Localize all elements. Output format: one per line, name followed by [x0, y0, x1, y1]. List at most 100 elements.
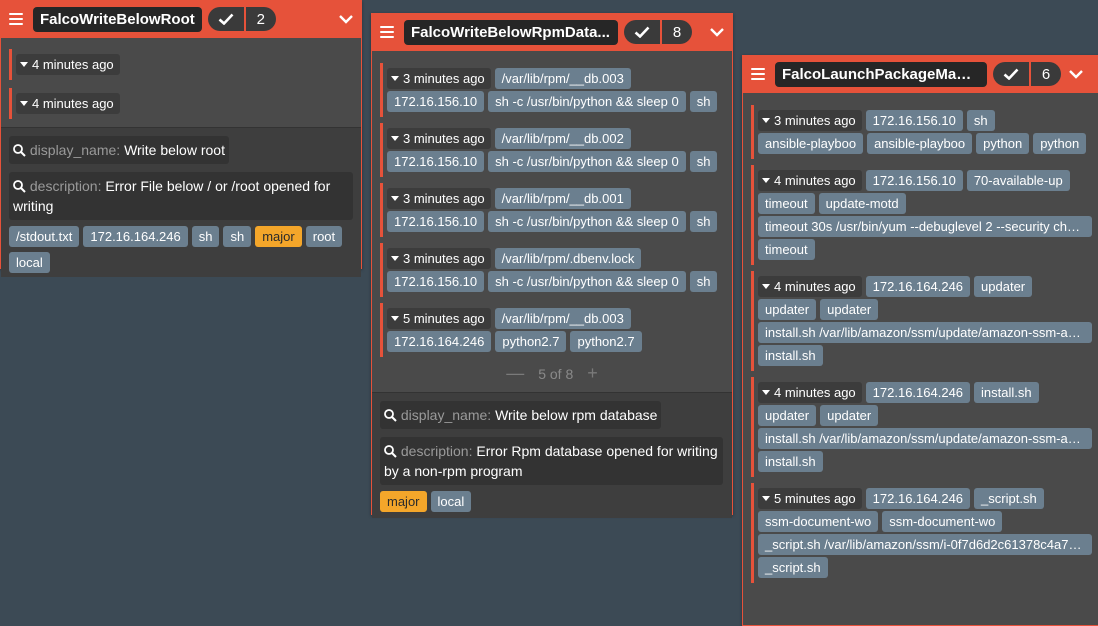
tag[interactable]: install.sh [758, 451, 823, 472]
caret-down-icon [762, 390, 770, 395]
tag[interactable]: _script.sh [758, 557, 828, 578]
tag[interactable]: sh [689, 151, 718, 172]
alert-card-launch-package-management: FalcoLaunchPackageMana... 6 3 minutes ag… [742, 55, 1098, 626]
tag[interactable]: 172.16.156.10 [387, 151, 485, 172]
tag[interactable]: install.sh [974, 382, 1039, 403]
tag[interactable]: /var/lib/rpm/__db.003 [494, 308, 631, 329]
tag[interactable]: updater [820, 299, 879, 320]
tag[interactable]: updater [974, 276, 1033, 297]
chevron-down-icon[interactable] [337, 10, 355, 28]
menu-icon[interactable] [751, 68, 765, 80]
alert-time: 4 minutes ago [32, 57, 114, 72]
alert-time-toggle[interactable]: 3 minutes ago [387, 188, 491, 209]
tag[interactable]: root [305, 226, 343, 247]
tag[interactable]: sh -c /usr/bin/python && sleep 0 [488, 91, 686, 112]
card-title[interactable]: FalcoLaunchPackageMana... [775, 61, 987, 87]
tag[interactable]: python2.7 [570, 331, 642, 352]
caret-down-icon [762, 496, 770, 501]
tag[interactable]: 172.16.156.10 [387, 211, 485, 232]
tag[interactable]: local [430, 491, 472, 512]
tag[interactable]: updater [758, 299, 817, 320]
tag[interactable]: 172.16.156.10 [865, 170, 963, 191]
alert-time-toggle[interactable]: 3 minutes ago [387, 128, 491, 149]
alert-list: 3 minutes ago 172.16.156.10 sh ansible-pla… [743, 93, 1098, 583]
chevron-down-icon[interactable] [1067, 65, 1085, 83]
card-header: FalcoLaunchPackageMana... 6 [743, 55, 1098, 93]
list-item: 3 minutes ago/var/lib/rpm/.dbenv.lock 17… [380, 243, 724, 297]
tag[interactable]: timeout 30s /usr/bin/yum --debuglevel 2 … [758, 216, 1092, 237]
tag[interactable]: ansible-playboo [867, 133, 973, 154]
tag[interactable]: install.sh /var/lib/amazon/ssm/update/am… [758, 428, 1092, 449]
tag-list: major local [380, 491, 724, 512]
tag[interactable]: sh -c /usr/bin/python && sleep 0 [488, 151, 686, 172]
caret-down-icon [20, 62, 28, 67]
acknowledge-button[interactable] [624, 20, 660, 44]
tag[interactable]: /var/lib/rpm/__db.002 [494, 128, 631, 149]
card-title[interactable]: FalcoWriteBelowRoot [33, 6, 202, 32]
menu-icon[interactable] [9, 13, 23, 25]
caret-down-icon [391, 196, 399, 201]
list-item: 4 minutes ago [9, 88, 353, 119]
tag[interactable]: 172.16.164.246 [83, 226, 188, 247]
card-title[interactable]: FalcoWriteBelowRpmData... [404, 19, 618, 45]
tag[interactable]: python2.7 [495, 331, 567, 352]
tag[interactable]: _script.sh /var/lib/amazon/ssm/i-0f7d6d2… [758, 534, 1092, 555]
tag[interactable]: ansible-playboo [758, 133, 864, 154]
alert-time-toggle[interactable]: 5 minutes ago [387, 308, 491, 329]
alert-time-toggle[interactable]: 4 minutes ago [16, 93, 120, 114]
tag[interactable]: 70-available-up [966, 170, 1070, 191]
tag[interactable]: local [9, 252, 50, 273]
list-item: 4 minutes ago 172.16.164.246 install.sh up… [751, 377, 1098, 477]
tag[interactable]: timeout [758, 193, 815, 214]
tag[interactable]: timeout [758, 239, 815, 260]
alert-time-toggle[interactable]: 4 minutes ago [758, 276, 862, 297]
tag[interactable]: 172.16.156.10 [387, 91, 485, 112]
tag[interactable]: 172.16.164.246 [865, 382, 971, 403]
tag[interactable]: /var/lib/rpm/.dbenv.lock [494, 248, 642, 269]
severity-tag[interactable]: major [380, 491, 427, 512]
alert-time-toggle[interactable]: 3 minutes ago [387, 248, 491, 269]
next-page-button[interactable]: + [587, 363, 598, 384]
tag[interactable]: 172.16.156.10 [865, 110, 963, 131]
alert-time-toggle[interactable]: 4 minutes ago [16, 54, 120, 75]
alert-time-toggle[interactable]: 4 minutes ago [758, 170, 862, 191]
tag[interactable]: install.sh [758, 345, 823, 366]
tag[interactable]: /stdout.txt [9, 226, 80, 247]
caret-down-icon [20, 101, 28, 106]
acknowledge-button[interactable] [993, 62, 1029, 86]
tag[interactable]: /var/lib/rpm/__db.001 [494, 188, 631, 209]
tag[interactable]: sh -c /usr/bin/python && sleep 0 [488, 211, 686, 232]
alert-time-toggle[interactable]: 3 minutes ago [758, 110, 862, 131]
tag[interactable]: python [1033, 133, 1087, 154]
tag[interactable]: /var/lib/rpm/__db.003 [494, 68, 631, 89]
alert-time-toggle[interactable]: 5 minutes ago [758, 488, 862, 509]
tag[interactable]: 172.16.164.246 [865, 488, 971, 509]
tag[interactable]: sh [966, 110, 995, 131]
tag[interactable]: sh -c /usr/bin/python && sleep 0 [488, 271, 686, 292]
alert-count: 6 [1031, 62, 1061, 86]
acknowledge-button[interactable] [207, 7, 244, 31]
tag[interactable]: sh [689, 91, 718, 112]
tag[interactable]: sh [689, 271, 718, 292]
tag[interactable]: ssm-document-wo [758, 511, 879, 532]
tag[interactable]: 172.16.156.10 [387, 271, 485, 292]
alert-time-toggle[interactable]: 4 minutes ago [758, 382, 862, 403]
tag[interactable]: sh [191, 226, 220, 247]
tag[interactable]: 172.16.164.246 [865, 276, 971, 297]
tag[interactable]: sh [689, 211, 718, 232]
tag[interactable]: update-motd [818, 193, 906, 214]
severity-tag[interactable]: major [255, 226, 302, 247]
tag[interactable]: sh [223, 226, 252, 247]
chevron-down-icon[interactable] [708, 23, 726, 41]
tag[interactable]: install.sh /var/lib/amazon/ssm/update/am… [758, 322, 1092, 343]
tag[interactable]: updater [758, 405, 817, 426]
alert-time-toggle[interactable]: 3 minutes ago [387, 68, 491, 89]
tag[interactable]: _script.sh [974, 488, 1044, 509]
tag[interactable]: ssm-document-wo [882, 511, 1003, 532]
tag[interactable]: 172.16.164.246 [387, 331, 492, 352]
tag[interactable]: updater [820, 405, 879, 426]
previous-page-button[interactable]: — [506, 363, 524, 384]
display-name-field: display_name: Write below root [9, 136, 229, 164]
menu-icon[interactable] [380, 26, 394, 38]
tag[interactable]: python [976, 133, 1030, 154]
